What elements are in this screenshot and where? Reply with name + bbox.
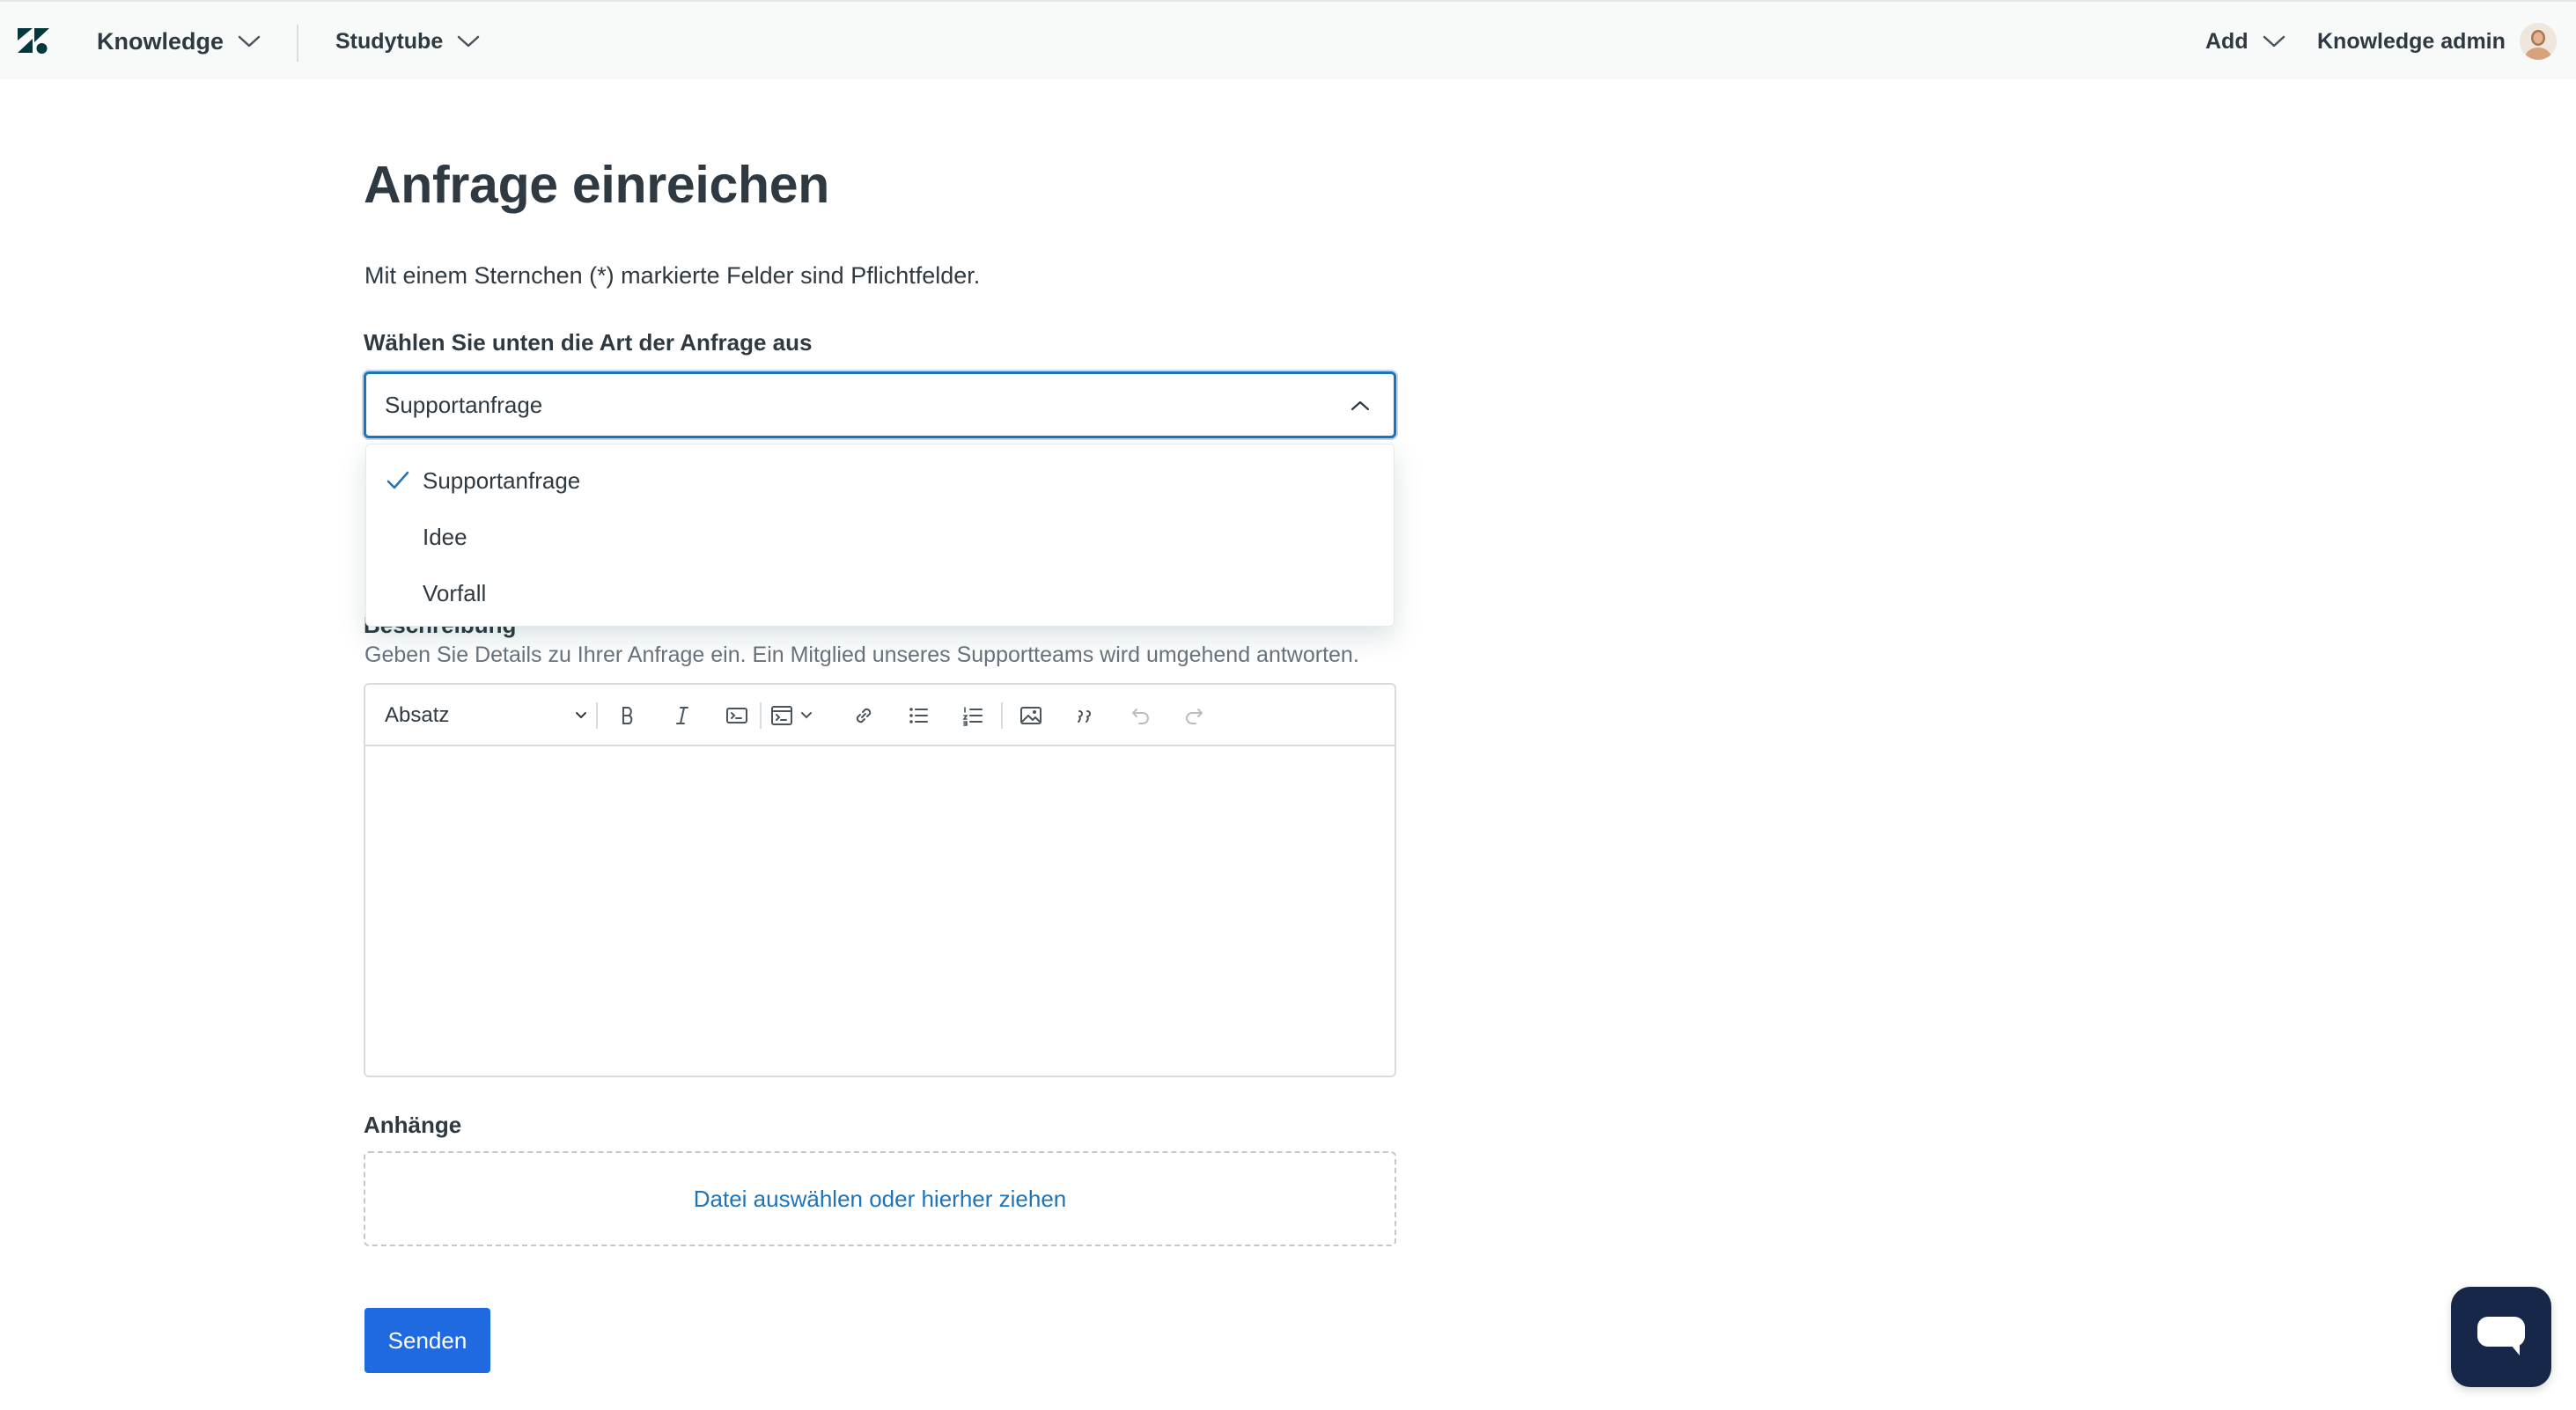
submit-button[interactable]: Senden <box>364 1308 490 1373</box>
page-title: Anfrage einreichen <box>364 156 830 214</box>
topbar-divider <box>297 25 298 62</box>
toolbar-separator <box>760 702 762 729</box>
link-icon <box>856 708 872 723</box>
attachments-upload-link[interactable]: Datei auswählen oder hierher ziehen <box>694 1186 1067 1213</box>
bold-icon <box>622 707 633 724</box>
bold-button[interactable] <box>610 702 645 729</box>
chevron-down-icon <box>457 35 480 48</box>
product-switcher[interactable]: Knowledge <box>97 2 261 81</box>
link-button[interactable] <box>846 702 881 729</box>
italic-button[interactable] <box>665 702 700 729</box>
paragraph-format-value: Absatz <box>385 703 450 727</box>
numbered-list-icon <box>962 707 983 726</box>
attachments-label: Anhänge <box>364 1112 462 1138</box>
inline-code-button[interactable] <box>719 702 754 729</box>
editor-toolbar: Absatz <box>365 685 1395 746</box>
user-avatar[interactable] <box>2520 23 2557 60</box>
image-icon <box>1020 707 1041 724</box>
knowledge-admin-label: Knowledge admin <box>2317 28 2506 54</box>
description-editor: Absatz <box>364 683 1396 1077</box>
required-fields-note: Mit einem Sternchen (*) markierte Felder… <box>364 262 981 289</box>
toolbar-separator <box>1001 702 1003 729</box>
chevron-down-icon <box>801 712 812 719</box>
chevron-down-icon <box>576 712 586 718</box>
request-type-label: Wählen Sie unten die Art der Anfrage aus <box>364 329 813 356</box>
description-textarea[interactable] <box>365 746 1395 1077</box>
redo-button[interactable] <box>1177 702 1212 729</box>
code-icon <box>726 708 747 723</box>
zendesk-logo-icon[interactable] <box>16 26 51 55</box>
option-label: Vorfall <box>423 579 487 606</box>
add-menu-button[interactable]: Add <box>2205 2 2285 81</box>
quote-icon <box>1078 710 1091 723</box>
chevron-up-icon <box>1351 400 1370 411</box>
chevron-down-icon <box>238 35 261 48</box>
product-label: Knowledge <box>97 27 224 55</box>
undo-button[interactable] <box>1122 702 1158 729</box>
description-hint: Geben Sie Details zu Ihrer Anfrage ein. … <box>364 643 1359 667</box>
italic-icon <box>676 707 688 724</box>
option-supportanfrage[interactable]: Supportanfrage <box>366 452 1394 509</box>
request-type-value: Supportanfrage <box>385 391 543 418</box>
knowledge-admin-link[interactable]: Knowledge admin <box>2317 2 2506 81</box>
numbered-list-button[interactable] <box>955 702 990 729</box>
redo-icon <box>1186 709 1203 724</box>
toolbar-separator <box>596 702 598 729</box>
attachments-dropzone[interactable]: Datei auswählen oder hierher ziehen <box>364 1151 1396 1246</box>
brand-switcher[interactable]: Studytube <box>335 2 480 81</box>
checkmark-icon <box>386 471 409 489</box>
option-vorfall[interactable]: Vorfall <box>366 565 1394 621</box>
bulleted-list-icon <box>909 708 928 723</box>
chat-widget-button[interactable] <box>2451 1287 2551 1387</box>
option-idee[interactable]: Idee <box>366 509 1394 565</box>
paragraph-format-select[interactable]: Absatz <box>385 701 587 731</box>
code-block-icon <box>771 706 792 725</box>
option-label: Supportanfrage <box>423 466 581 494</box>
bulleted-list-button[interactable] <box>901 702 936 729</box>
top-navigation-bar: Knowledge Studytube Add Knowledge admin <box>0 0 2576 79</box>
request-type-select[interactable]: Supportanfrage <box>364 371 1396 438</box>
image-button[interactable] <box>1013 702 1049 729</box>
quote-button[interactable] <box>1068 702 1103 729</box>
brand-label: Studytube <box>335 28 444 54</box>
add-label: Add <box>2205 28 2248 54</box>
option-label: Idee <box>423 523 467 550</box>
request-type-dropdown-menu: Supportanfrage Idee Vorfall <box>365 444 1395 627</box>
chat-bubble-icon <box>2477 1317 2525 1355</box>
avatar-image <box>2520 23 2557 60</box>
code-block-button[interactable] <box>770 702 828 729</box>
undo-icon <box>1132 709 1149 724</box>
chevron-down-icon <box>2263 35 2285 48</box>
